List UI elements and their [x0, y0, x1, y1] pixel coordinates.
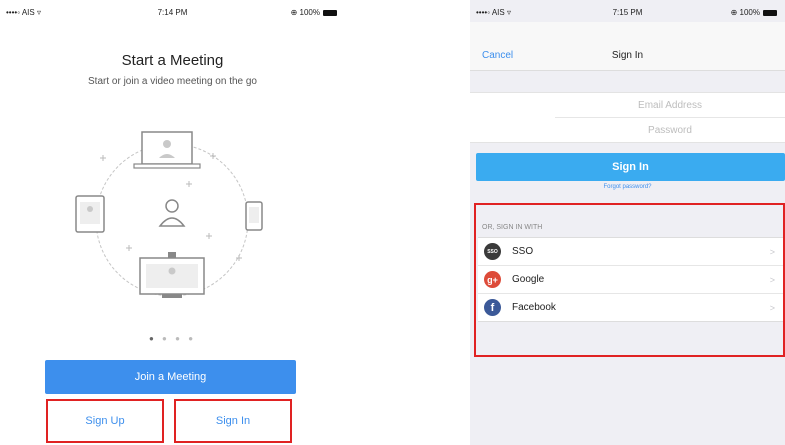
- page-dot[interactable]: ●: [162, 334, 170, 343]
- facebook-icon: f: [484, 299, 501, 316]
- meeting-illustration: [75, 131, 263, 298]
- page-subtitle: Start or join a video meeting on the go: [88, 76, 257, 87]
- page-dot-active[interactable]: ●: [149, 334, 157, 343]
- tablet-icon: [75, 195, 105, 233]
- chevron-right-icon: >: [769, 246, 775, 257]
- status-bar: ••••◦ AIS ▿ 7:15 PM ⊕ 100%: [470, 6, 785, 20]
- provider-list: SSO SSO > g+ Google > f Facebook >: [478, 237, 783, 322]
- battery-icon: [323, 9, 337, 16]
- page-title: Start a Meeting: [121, 52, 224, 69]
- room-monitor-icon: [139, 252, 205, 298]
- sign-in-screen: Cancel Sign In ••••◦ AIS ▿ 7:15 PM ⊕ 100…: [470, 0, 785, 445]
- battery-indicator: ⊕ 100%: [291, 8, 337, 17]
- provider-label: SSO: [512, 246, 534, 257]
- sparkle-decorations: [100, 153, 242, 261]
- status-bar: ••••◦ AIS ▿ 7:14 PM ⊕ 100%: [0, 6, 345, 20]
- alternate-sign-in-section: OR, SIGN IN WITH SSO SSO > g+ Google > f…: [474, 203, 785, 357]
- provider-label: Google: [512, 274, 545, 285]
- forgot-password-link[interactable]: Forgot password?: [470, 184, 785, 190]
- chevron-right-icon: >: [769, 302, 775, 313]
- sign-in-button[interactable]: Sign In: [174, 399, 292, 443]
- sign-in-form: Email Address Password: [470, 92, 785, 143]
- user-icon: [158, 199, 186, 227]
- sso-icon: SSO: [484, 243, 501, 260]
- battery-label: ⊕ 100%: [290, 8, 320, 17]
- provider-label: Facebook: [512, 302, 556, 313]
- page-indicator[interactable]: ● ● ● ●: [0, 334, 345, 343]
- nav-title: Sign In: [611, 50, 644, 61]
- page-dot[interactable]: ●: [188, 334, 196, 343]
- phone-icon: [245, 201, 263, 231]
- email-field[interactable]: Email Address: [555, 93, 785, 117]
- join-meeting-button[interactable]: Join a Meeting: [45, 360, 296, 394]
- start-meeting-screen: ••••◦ AIS ▿ 7:14 PM ⊕ 100% Start a Meeti…: [0, 0, 345, 445]
- laptop-icon: [133, 131, 201, 169]
- navigation-bar: Cancel Sign In: [470, 22, 785, 71]
- provider-facebook[interactable]: f Facebook >: [478, 293, 783, 321]
- google-plus-icon: g+: [484, 271, 501, 288]
- sign-up-button[interactable]: Sign Up: [46, 399, 164, 443]
- battery-label: ⊕ 100%: [730, 8, 760, 17]
- provider-google[interactable]: g+ Google >: [478, 265, 783, 293]
- provider-sso[interactable]: SSO SSO >: [478, 238, 783, 265]
- sign-in-submit-button[interactable]: Sign In: [476, 153, 785, 181]
- battery-indicator: ⊕ 100%: [731, 8, 777, 17]
- or-sign-in-with-label: OR, SIGN IN WITH: [482, 224, 543, 231]
- battery-icon: [763, 9, 777, 16]
- password-field[interactable]: Password: [555, 117, 785, 142]
- chevron-right-icon: >: [769, 274, 775, 285]
- page-dot[interactable]: ●: [175, 334, 183, 343]
